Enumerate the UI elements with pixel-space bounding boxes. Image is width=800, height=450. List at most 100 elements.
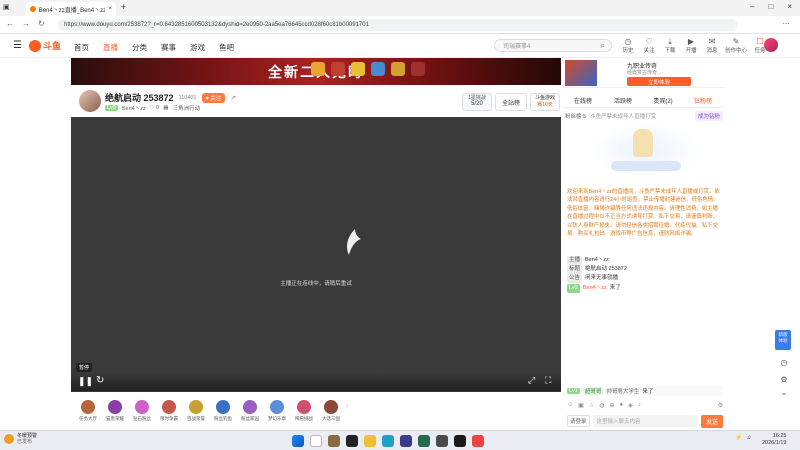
taskbar-app-icon[interactable] [328, 435, 340, 447]
back-icon[interactable]: ← [6, 19, 14, 28]
streamer-name[interactable]: Ben4丶zz [122, 104, 146, 112]
star-icon[interactable]: ☆ [589, 402, 594, 409]
tab-vip[interactable]: 贵宾(2) [643, 96, 683, 105]
refresh-video-icon[interactable]: ↻ [96, 375, 104, 386]
voice-icon[interactable]: ♪ [638, 402, 641, 408]
taskbar-app-icon[interactable] [400, 435, 412, 447]
tab-online-rank[interactable]: 在线榜 [563, 96, 603, 105]
taskbar-search-icon[interactable] [310, 435, 322, 447]
become-diamond-fan-button[interactable]: 成为钻粉 [694, 111, 723, 121]
gift-icon [81, 400, 95, 414]
star-challenge-card[interactable]: 1星挑战 5/20 [462, 93, 492, 111]
follow-button[interactable]: ♡ 关注 [641, 37, 657, 54]
maximize-icon[interactable]: □ [768, 2, 773, 11]
gift-item[interactable]: 粉丝家园 [237, 400, 263, 422]
clock[interactable]: 16:25 2026/1/19 [762, 433, 786, 447]
browser-tab-active[interactable]: Ben4丶zz直播_Ben4丶zz直播_Ben4丶 × [26, 2, 116, 16]
event-banner[interactable]: 全新二人鬼时 [71, 58, 561, 85]
search-input[interactable]: 司瑞赛事4 ⌕ [494, 39, 612, 52]
user-avatar[interactable] [764, 38, 778, 52]
nav-category[interactable]: 分类 [132, 42, 147, 53]
taskbar-app-icon[interactable] [454, 435, 466, 447]
windows-start-icon[interactable] [292, 435, 304, 447]
streamer-avatar[interactable] [79, 90, 101, 112]
emoji-icon[interactable]: ☺ [567, 402, 573, 408]
create-center-button[interactable]: ✎ 创作中心 [725, 37, 747, 54]
video-player[interactable]: 主播正在连线中，请稍后重试 [71, 117, 561, 392]
nav-games[interactable]: 游戏 [190, 42, 205, 53]
like-icon[interactable]: ♡ 0 [150, 105, 160, 111]
follow-button[interactable]: ♥ 关注 [201, 92, 226, 103]
nav-fishbar[interactable]: 鱼吧 [219, 42, 234, 53]
minimize-icon[interactable]: – [750, 2, 754, 11]
gift-item[interactable]: 大话三国 [318, 400, 344, 422]
fishball-icon[interactable]: ● [619, 402, 623, 408]
gift-item[interactable]: 百战荣誉 [183, 400, 209, 422]
gift-item[interactable]: 限时争霸 [156, 400, 182, 422]
share-icon[interactable]: ↗ [230, 94, 236, 102]
lottery-icon[interactable]: ⊕ [609, 402, 614, 409]
network-icon[interactable]: ⚡ [735, 434, 742, 441]
weather-subtitle: 已发布 [17, 439, 33, 445]
taskbar-app-icon[interactable] [346, 435, 358, 447]
weather-widget[interactable]: 冬暖预警 已发布 [4, 433, 37, 445]
new-tab-icon[interactable]: + [121, 2, 126, 12]
taskbar-app-icon[interactable] [472, 435, 484, 447]
tab-active-rank[interactable]: 活跃榜 [603, 96, 643, 105]
douyu-logo[interactable]: 斗鱼 [29, 39, 61, 52]
nav-live[interactable]: 直播 [103, 42, 118, 53]
file-explorer-icon[interactable] [364, 435, 376, 447]
fanclub-card[interactable]: 斗鱼游戏 赛10天 [530, 93, 560, 111]
gift-box-icon[interactable]: ▣ [578, 402, 584, 409]
message-icon: ✉ [708, 37, 716, 46]
pause-icon[interactable]: ❚❚ [78, 376, 93, 387]
address-bar: ← → ↻ https://www.douyu.com/253872?_r=0.… [0, 16, 800, 34]
gift-item[interactable]: 钻石粉丝 [129, 400, 155, 422]
edge-browser-icon[interactable] [382, 435, 394, 447]
gift-item[interactable]: 猫黑荣耀 [102, 400, 128, 422]
history-button[interactable]: ◷ 历史 [620, 37, 636, 54]
taskbar-app-icon[interactable] [436, 435, 448, 447]
history-side-icon[interactable]: ◷ [775, 358, 793, 367]
hamburger-menu-icon[interactable]: ☰ [13, 40, 22, 51]
refresh-icon[interactable]: ↻ [38, 19, 45, 28]
chat-settings-icon[interactable]: ⚙ [718, 402, 723, 409]
new-version-badge[interactable]: 新版 体验 [775, 330, 791, 350]
all-station-rank-button[interactable]: 全站榜 [495, 93, 527, 111]
ad-cta-button[interactable]: 立即体验 [627, 77, 691, 86]
fullscreen-icon[interactable]: ⛶ [545, 375, 551, 386]
login-button[interactable]: 请登录 [567, 415, 590, 427]
ad-card[interactable]: 九职业传奇 经典复古传奇... 立即体验 [563, 58, 725, 88]
nav-events[interactable]: 赛事 [161, 42, 176, 53]
message-button[interactable]: ✉ 消息 [704, 37, 720, 54]
browser-menu-icon[interactable]: ▣ [3, 3, 10, 11]
url-field[interactable]: https://www.douyu.com/253872?_r=0.643285… [58, 19, 738, 31]
download-button[interactable]: ⤓ 下载 [662, 37, 678, 54]
props-icon[interactable]: ◈ [628, 402, 633, 409]
browser-more-icon[interactable]: ⋯ [782, 19, 790, 28]
nav-home[interactable]: 首页 [74, 42, 89, 53]
send-button[interactable]: 发送 [700, 414, 723, 428]
settings-side-icon[interactable]: ⚙ [775, 375, 793, 384]
taskbar-app-icon[interactable] [418, 435, 430, 447]
search-icon[interactable]: ⌕ [601, 41, 605, 51]
chat-username[interactable]: 帅哥男大学生 [606, 387, 639, 395]
broadcast-button[interactable]: ▶ 开播 [683, 37, 699, 54]
forward-icon[interactable]: → [22, 19, 30, 28]
chat-input[interactable]: 这里输入聊天内容 [592, 415, 698, 427]
gift-item[interactable]: 任务大厅 [75, 400, 101, 422]
gift-item[interactable]: 梦幻乐章 [264, 400, 290, 422]
web-fullscreen-icon[interactable]: ⤢ [528, 375, 535, 386]
close-window-icon[interactable]: × [787, 2, 792, 11]
back-to-top-icon[interactable]: ⌃ [775, 392, 793, 401]
gift-item[interactable]: 稀愿挑战 [291, 400, 317, 422]
gift-item[interactable]: 粉丝钓鱼 [210, 400, 236, 422]
stream-category[interactable]: 三角洲行动 [172, 104, 200, 112]
close-tab-icon[interactable]: × [108, 6, 112, 12]
volume-icon[interactable]: ♫ [746, 435, 751, 441]
tab-diamond-fans[interactable]: 钻粉榜 [683, 96, 723, 105]
chat-username[interactable]: Ben4丶zz [583, 284, 607, 293]
fan-badge-icon[interactable]: ◍ [599, 402, 604, 409]
gift-scroll-icon[interactable]: › [346, 403, 348, 410]
system-tray[interactable]: ⚡ ♫ [735, 434, 751, 442]
